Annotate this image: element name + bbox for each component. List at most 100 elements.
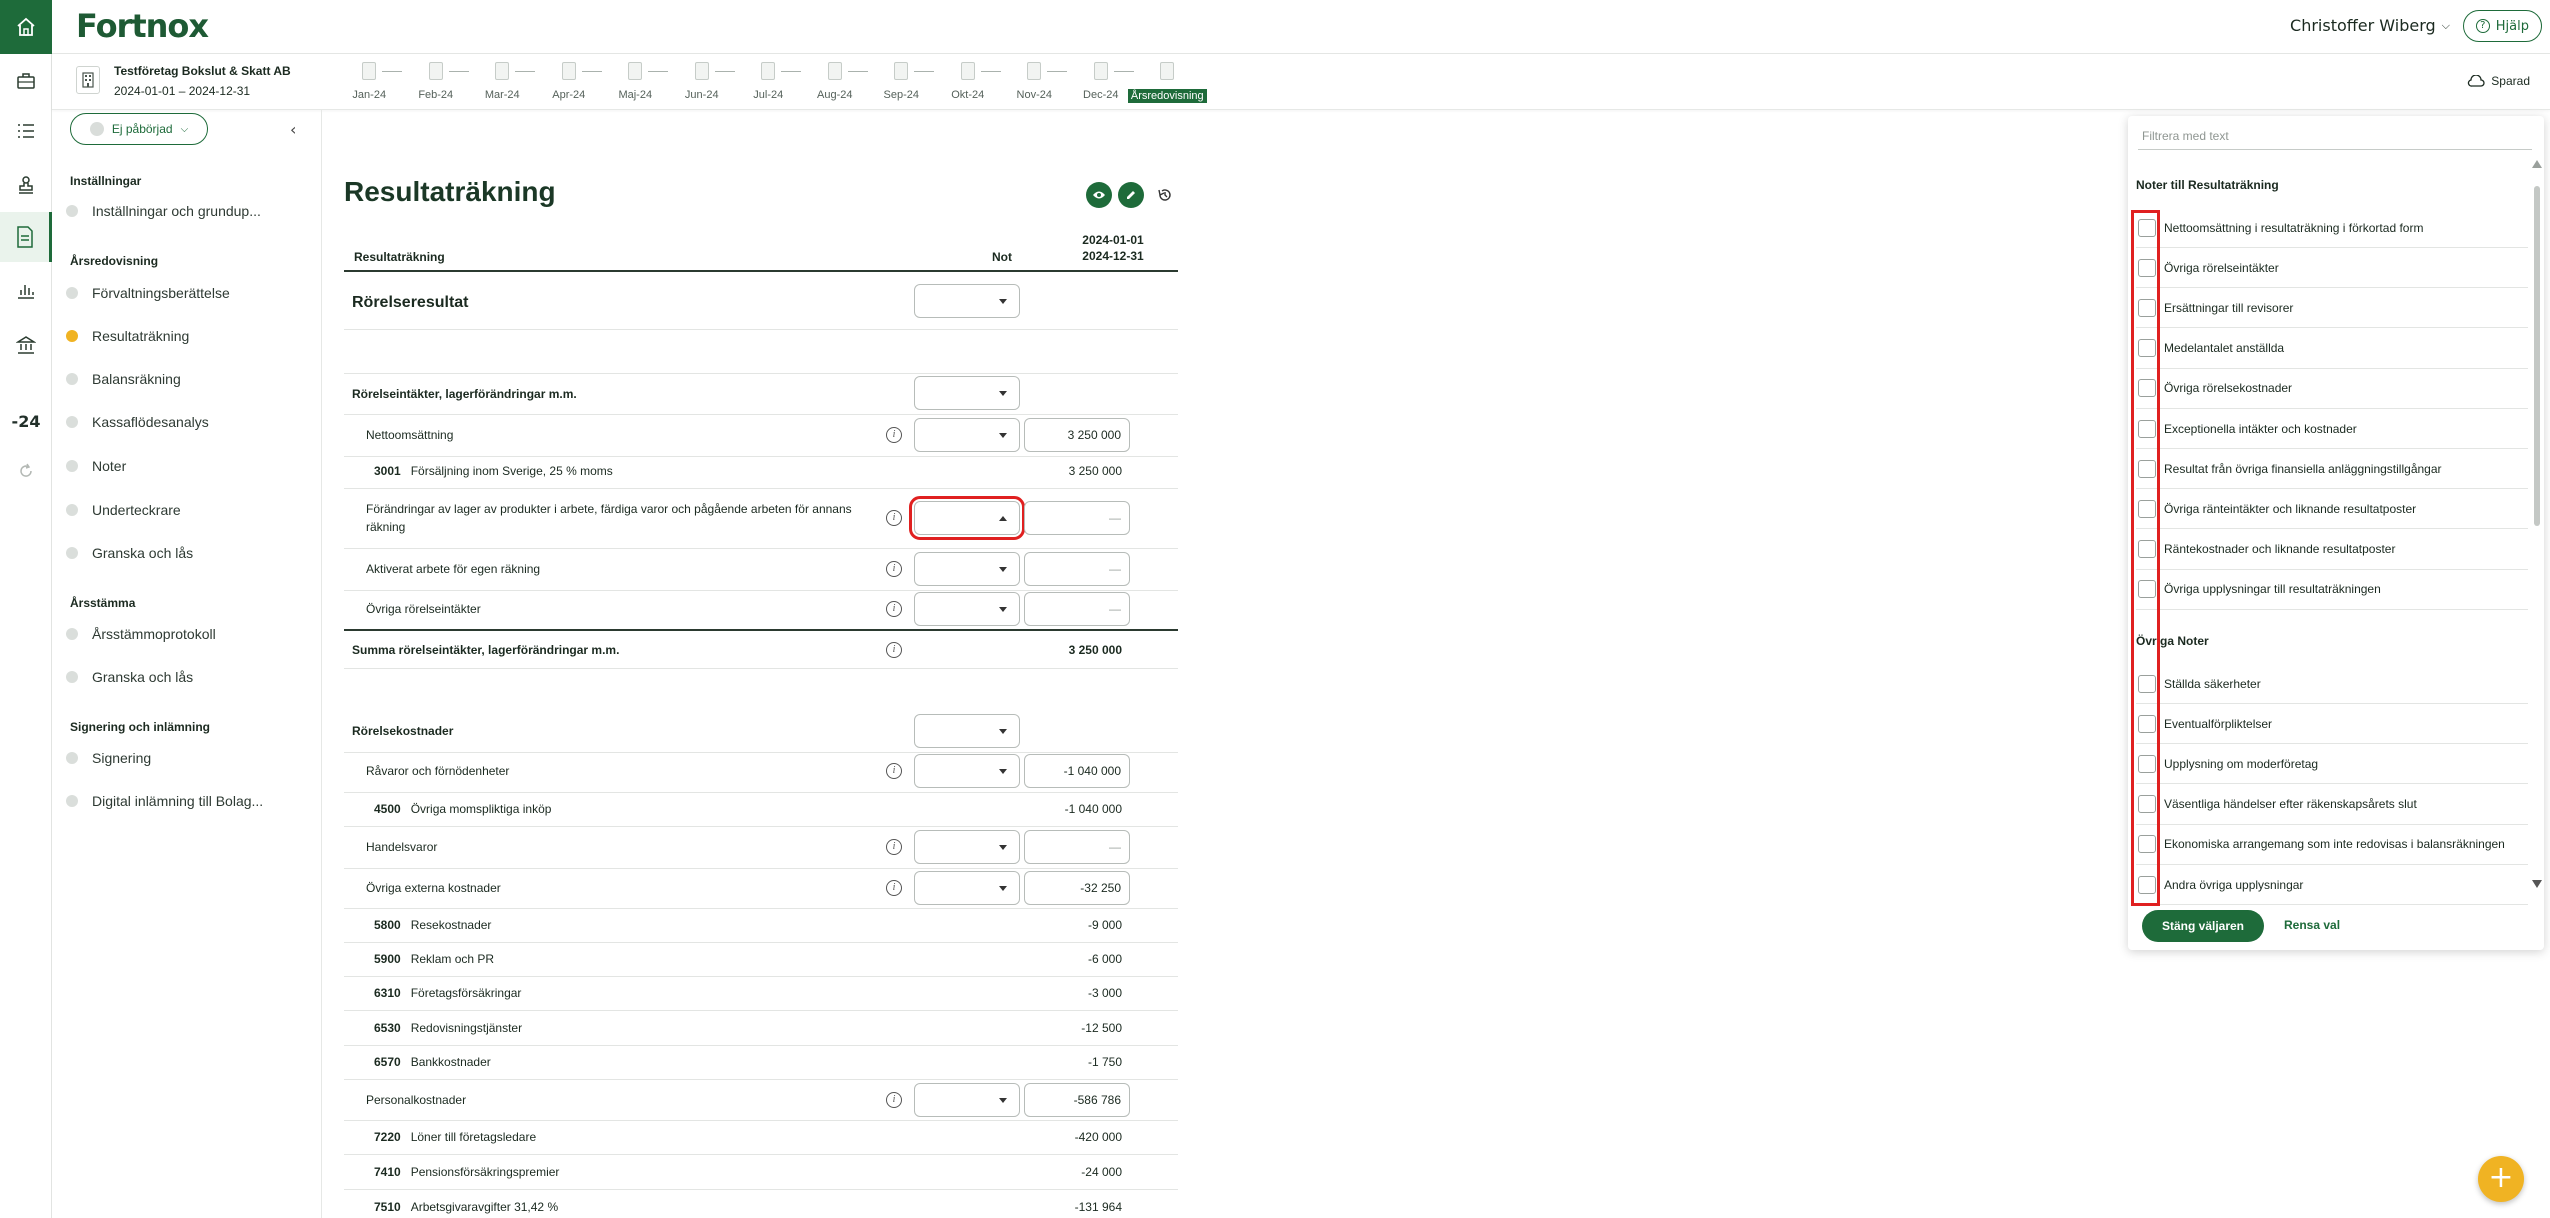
note-option[interactable]: Exceptionella intäkter och kostnader — [2136, 409, 2528, 449]
note-option[interactable]: Ersättningar till revisorer — [2136, 288, 2528, 329]
refresh-icon[interactable] — [0, 446, 52, 496]
month-step[interactable]: Dec-24 — [1068, 62, 1135, 103]
info-icon[interactable]: i — [886, 642, 902, 658]
note-select[interactable] — [914, 376, 1020, 410]
sum-value: 3 250 000 — [1068, 643, 1122, 657]
close-picker-button[interactable]: Stäng väljaren — [2142, 910, 2264, 942]
info-icon[interactable]: i — [886, 839, 902, 855]
note-select[interactable] — [914, 552, 1020, 586]
history-icon[interactable] — [1152, 182, 1178, 208]
panel-scrollbar[interactable] — [2530, 156, 2544, 896]
note-option[interactable]: Räntekostnader och liknande resultatpost… — [2136, 530, 2528, 570]
help-button[interactable]: ? Hjälp — [2462, 10, 2542, 42]
nav-item-granska-och-las-2[interactable]: Granska och lås — [66, 669, 193, 685]
note-option[interactable]: Andra övriga upplysningar — [2136, 865, 2528, 905]
note-option[interactable]: Resultat från övriga finansiella anläggn… — [2136, 449, 2528, 490]
list-icon[interactable] — [0, 106, 52, 156]
note-option[interactable]: Övriga rörelseintäkter — [2136, 248, 2528, 289]
info-icon[interactable]: i — [886, 880, 902, 896]
collapse-sidebar-icon[interactable]: ‹ — [290, 120, 296, 139]
nav-item-undertecknare[interactable]: Underteckrare — [66, 502, 181, 518]
note-select[interactable] — [914, 714, 1020, 748]
month-step[interactable]: Maj-24 — [602, 62, 669, 103]
add-fab-button[interactable]: + — [2478, 1156, 2524, 1202]
nav-item-resultatrakning[interactable]: Resultaträkning — [66, 328, 189, 344]
building-icon[interactable] — [76, 66, 100, 94]
month-step[interactable]: Apr-24 — [536, 62, 603, 103]
note-select[interactable] — [914, 754, 1020, 788]
note-option[interactable]: Ekonomiska arrangemang som inte redovisa… — [2136, 825, 2528, 865]
note-option[interactable]: Medelantalet anställda — [2136, 329, 2528, 369]
amount-input[interactable]: -1 040 000 — [1024, 754, 1130, 788]
month-step[interactable]: Okt-24 — [935, 62, 1002, 103]
amount-input[interactable]: -586 786 — [1024, 1083, 1130, 1117]
nav-heading-installningar: Inställningar — [70, 174, 142, 188]
amount-input[interactable]: — — [1024, 552, 1130, 586]
nav-item-arsstammoprotokoll[interactable]: Årsstämmoprotokoll — [66, 626, 216, 642]
month-label: Okt-24 — [951, 89, 985, 101]
note-select[interactable] — [914, 830, 1020, 864]
document-icon[interactable] — [0, 212, 52, 262]
note-select[interactable] — [914, 284, 1020, 318]
month-step[interactable]: Jun-24 — [669, 62, 736, 103]
note-option[interactable]: Upplysning om moderföretag — [2136, 744, 2528, 785]
info-icon[interactable]: i — [886, 763, 902, 779]
note-select[interactable] — [914, 1083, 1020, 1117]
nav-item-granska-och-las[interactable]: Granska och lås — [66, 545, 193, 561]
month-step[interactable]: Feb-24 — [403, 62, 470, 103]
info-icon[interactable]: i — [886, 561, 902, 577]
note-option[interactable]: Övriga ränteintäkter och liknande result… — [2136, 489, 2528, 530]
amount-input[interactable]: -32 250 — [1024, 871, 1130, 905]
home-icon[interactable] — [0, 0, 52, 54]
account-label: Löner till företagsledare — [410, 1130, 537, 1144]
month-step[interactable]: Jan-24 — [336, 62, 403, 103]
note-select-open[interactable] — [909, 496, 1025, 540]
user-menu[interactable]: Christoffer Wiberg ⌵ — [2290, 16, 2450, 35]
nav-item-kassaflodesanalys[interactable]: Kassaflödesanalys — [66, 414, 209, 430]
note-option[interactable]: Väsentliga händelser efter räkenskapsåre… — [2136, 785, 2528, 825]
scroll-thumb[interactable] — [2534, 186, 2540, 526]
note-option[interactable]: Övriga rörelsekostnader — [2136, 369, 2528, 409]
nav-item-forvaltningsberattelse[interactable]: Förvaltningsberättelse — [66, 285, 230, 301]
month-step[interactable]: Årsredovisning — [1127, 62, 1207, 103]
info-icon[interactable]: i — [886, 510, 902, 526]
month-step[interactable]: Sep-24 — [868, 62, 935, 103]
filter-input[interactable]: Filtrera med text — [2138, 124, 2532, 150]
month-step[interactable]: Aug-24 — [802, 62, 869, 103]
eye-icon[interactable] — [1086, 182, 1112, 208]
month-step[interactable]: Jul-24 — [735, 62, 802, 103]
amount-input[interactable]: — — [1024, 501, 1130, 535]
fortnox-logo[interactable]: Fortnox — [76, 7, 209, 45]
note-select[interactable] — [914, 871, 1020, 905]
note-option[interactable]: Eventualförpliktelser — [2136, 704, 2528, 745]
edit-icon[interactable] — [1118, 182, 1144, 208]
briefcase-icon[interactable] — [0, 56, 52, 106]
note-select[interactable] — [914, 592, 1020, 626]
chart-icon[interactable] — [0, 266, 52, 316]
month-step[interactable]: Nov-24 — [1001, 62, 1068, 103]
nav-item-digital-inlamning[interactable]: Digital inlämning till Bolag... — [66, 793, 263, 809]
nav-item-installningar[interactable]: Inställningar och grundup... — [66, 203, 261, 219]
note-option-label: Räntekostnader och liknande resultatpost… — [2164, 542, 2396, 557]
scroll-down-icon[interactable] — [2532, 880, 2542, 888]
fiscal-year-indicator[interactable]: -24 — [0, 396, 52, 446]
amount-input[interactable]: — — [1024, 592, 1130, 626]
nav-item-signering[interactable]: Signering — [66, 750, 151, 766]
info-icon[interactable]: i — [886, 427, 902, 443]
note-select[interactable] — [914, 418, 1020, 452]
nav-item-balansrakning[interactable]: Balansräkning — [66, 371, 181, 387]
nav-item-noter[interactable]: Noter — [66, 458, 126, 474]
amount-input[interactable]: 3 250 000 — [1024, 418, 1130, 452]
note-option[interactable]: Övriga upplysningar till resultaträkning… — [2136, 570, 2528, 610]
note-option[interactable]: Ställda säkerheter — [2136, 664, 2528, 704]
info-icon[interactable]: i — [886, 601, 902, 617]
month-step[interactable]: Mar-24 — [469, 62, 536, 103]
amount-input[interactable]: — — [1024, 830, 1130, 864]
status-dropdown[interactable]: Ej påbörjad ⌵ — [70, 113, 208, 145]
info-icon[interactable]: i — [886, 1092, 902, 1108]
note-option[interactable]: Nettoomsättning i resultaträkning i förk… — [2136, 208, 2528, 248]
clear-selection-link[interactable]: Rensa val — [2284, 918, 2340, 932]
scroll-up-icon[interactable] — [2532, 160, 2542, 168]
bank-icon[interactable] — [0, 320, 52, 370]
stamp-icon[interactable] — [0, 160, 52, 210]
